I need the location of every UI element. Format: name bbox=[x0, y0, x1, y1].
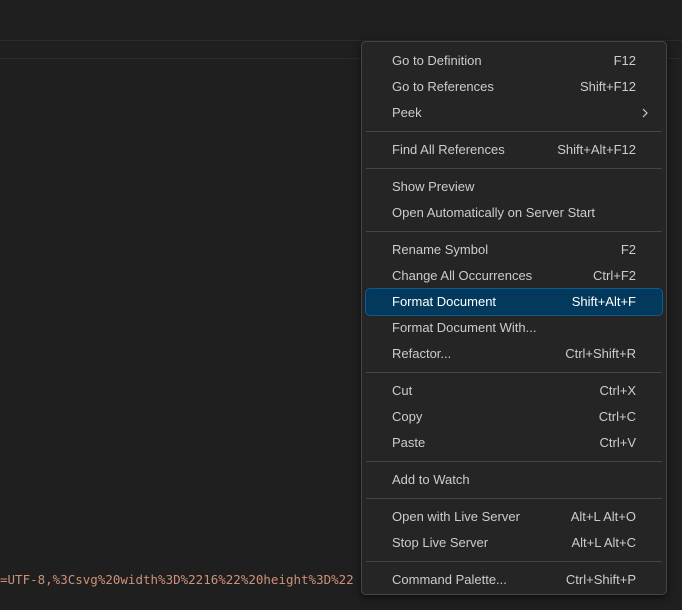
context-menu: Go to Definition F12 Go to References Shift… bbox=[361, 41, 667, 595]
menu-item-shortcut: Alt+L Alt+C bbox=[571, 535, 636, 550]
menu-item-shortcut: Ctrl+V bbox=[599, 435, 636, 450]
menu-separator bbox=[366, 168, 662, 169]
menu-item-shortcut: Ctrl+C bbox=[598, 409, 636, 424]
menu-item-label: Format Document bbox=[392, 294, 497, 309]
menu-separator bbox=[366, 231, 662, 232]
menu-item-find-all-references[interactable]: Find All References Shift+Alt+F12 bbox=[366, 137, 662, 163]
menu-item-label: Change All Occurrences bbox=[392, 268, 533, 283]
menu-item-label: Copy bbox=[392, 409, 423, 424]
menu-item-shortcut: F2 bbox=[620, 242, 636, 257]
menu-item-shortcut: Shift+Alt+F12 bbox=[557, 142, 636, 157]
menu-item-shortcut: Ctrl+F2 bbox=[593, 268, 636, 283]
menu-item-label: Go to Definition bbox=[392, 53, 482, 68]
menu-item-format-document[interactable]: Format Document Shift+Alt+F bbox=[365, 288, 663, 316]
chevron-right-icon bbox=[640, 100, 650, 126]
menu-item-label: Refactor... bbox=[392, 346, 452, 361]
menu-item-copy[interactable]: Copy Ctrl+C bbox=[366, 404, 662, 430]
menu-item-rename-symbol[interactable]: Rename Symbol F2 bbox=[366, 237, 662, 263]
menu-item-label: Open with Live Server bbox=[392, 509, 520, 524]
menu-item-peek[interactable]: Peek bbox=[366, 100, 662, 126]
menu-item-shortcut: Ctrl+Shift+P bbox=[565, 572, 636, 587]
menu-item-shortcut: Ctrl+Shift+R bbox=[565, 346, 636, 361]
menu-separator bbox=[366, 561, 662, 562]
menu-item-label: Format Document With... bbox=[392, 320, 537, 335]
menu-item-go-to-definition[interactable]: Go to Definition F12 bbox=[366, 48, 662, 74]
menu-item-label: Add to Watch bbox=[392, 472, 470, 487]
menu-separator bbox=[366, 498, 662, 499]
menu-item-command-palette[interactable]: Command Palette... Ctrl+Shift+P bbox=[366, 567, 662, 593]
menu-item-open-with-live-server[interactable]: Open with Live Server Alt+L Alt+O bbox=[366, 504, 662, 530]
menu-item-label: Go to References bbox=[392, 79, 494, 94]
menu-item-label: Paste bbox=[392, 435, 426, 450]
menu-item-open-automatically-on-server-start[interactable]: Open Automatically on Server Start bbox=[366, 200, 662, 226]
editor-window: =UTF-8,%3Csvg%20width%3D%2216%22%20heigh… bbox=[0, 0, 682, 610]
menu-item-label: Find All References bbox=[392, 142, 505, 157]
menu-item-shortcut: Alt+L Alt+O bbox=[570, 509, 636, 524]
menu-item-label: Show Preview bbox=[392, 179, 475, 194]
menu-item-add-to-watch[interactable]: Add to Watch bbox=[366, 467, 662, 493]
menu-item-shortcut: Shift+Alt+F bbox=[571, 294, 636, 309]
menu-item-label: Open Automatically on Server Start bbox=[392, 205, 596, 220]
menu-item-label: Stop Live Server bbox=[392, 535, 489, 550]
menu-item-label: Peek bbox=[392, 105, 422, 120]
menu-item-label: Cut bbox=[392, 383, 413, 398]
menu-item-shortcut: F12 bbox=[613, 53, 636, 68]
menu-separator bbox=[366, 131, 662, 132]
menu-item-cut[interactable]: Cut Ctrl+X bbox=[366, 378, 662, 404]
tab-bar bbox=[0, 0, 682, 41]
menu-item-refactor[interactable]: Refactor... Ctrl+Shift+R bbox=[366, 341, 662, 367]
menu-item-show-preview[interactable]: Show Preview bbox=[366, 174, 662, 200]
menu-separator bbox=[366, 461, 662, 462]
menu-item-shortcut: Shift+F12 bbox=[579, 79, 636, 94]
menu-item-go-to-references[interactable]: Go to References Shift+F12 bbox=[366, 74, 662, 100]
menu-item-label: Rename Symbol bbox=[392, 242, 489, 257]
menu-item-paste[interactable]: Paste Ctrl+V bbox=[366, 430, 662, 456]
menu-item-stop-live-server[interactable]: Stop Live Server Alt+L Alt+C bbox=[366, 530, 662, 556]
menu-item-format-document-with[interactable]: Format Document With... bbox=[366, 315, 662, 341]
code-line: =UTF-8,%3Csvg%20width%3D%2216%22%20heigh… bbox=[0, 572, 354, 587]
menu-item-change-all-occurrences[interactable]: Change All Occurrences Ctrl+F2 bbox=[366, 263, 662, 289]
menu-item-shortcut: Ctrl+X bbox=[599, 383, 636, 398]
menu-separator bbox=[366, 372, 662, 373]
menu-item-label: Command Palette... bbox=[392, 572, 507, 587]
